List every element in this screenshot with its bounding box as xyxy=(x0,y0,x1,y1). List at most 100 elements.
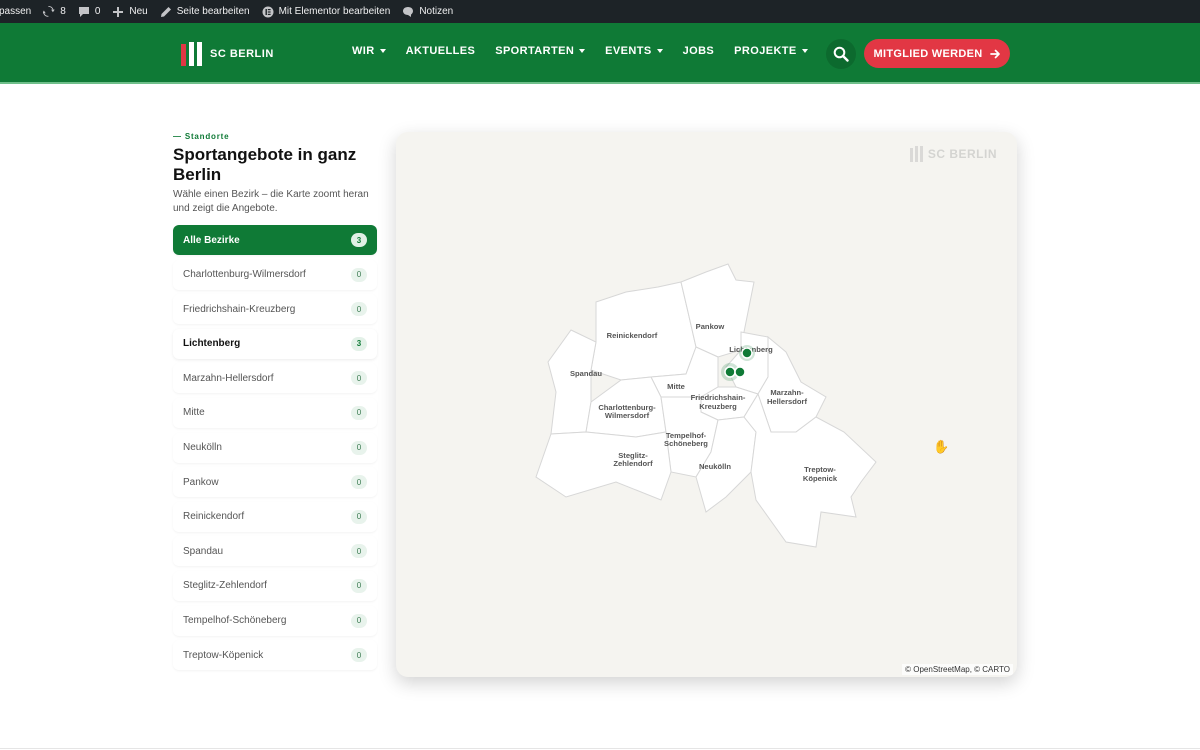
district-count-badge: 0 xyxy=(351,544,367,559)
comments-icon xyxy=(78,6,89,17)
map-label-neukoelln: Neukölln xyxy=(699,462,731,471)
map-marker xyxy=(734,366,746,378)
chevron-down-icon xyxy=(656,49,663,53)
nav-item-projekte[interactable]: PROJEKTE xyxy=(734,45,808,57)
admin-notes-label: Notizen xyxy=(419,6,454,17)
district-label: Marzahn-Hellersdorf xyxy=(183,372,274,384)
district-item-mitte[interactable]: Mitte 0 xyxy=(173,397,377,428)
district-item-friedrichshain-kreuzberg[interactable]: Friedrichshain-Kreuzberg 0 xyxy=(173,294,377,325)
district-label: Mitte xyxy=(183,407,205,419)
district-item-neukoelln[interactable]: Neukölln 0 xyxy=(173,432,377,463)
site-header: SC BERLIN WIR AKTUELLES SPORTARTEN EVENT… xyxy=(0,23,1200,84)
admin-new[interactable]: Neu xyxy=(112,6,148,18)
become-member-label: MITGLIED WERDEN xyxy=(873,47,983,60)
district-item-pankow[interactable]: Pankow 0 xyxy=(173,467,377,498)
updates-icon xyxy=(43,5,55,17)
district-label: Lichtenberg xyxy=(183,338,241,350)
district-item-marzahn-hellersdorf[interactable]: Marzahn-Hellersdorf 0 xyxy=(173,363,377,394)
district-count-badge: 0 xyxy=(351,267,367,282)
map-attribution[interactable]: © OpenStreetMap, © CARTO xyxy=(902,664,1013,675)
district-label: Neukölln xyxy=(183,442,222,454)
map-container[interactable]: SC BERLIN Reinickendorf Pankow Spandau M… xyxy=(396,132,1017,677)
district-item-alle[interactable]: Alle Bezirke 3 xyxy=(173,225,377,255)
map-label-treptow-1: Treptow- xyxy=(804,465,836,474)
admin-notes[interactable]: Notizen xyxy=(402,6,453,18)
map-label-treptow-2: Köpenick xyxy=(803,474,838,483)
chevron-down-icon xyxy=(579,49,586,53)
district-count-badge: 3 xyxy=(351,336,367,351)
map-marker xyxy=(724,366,736,378)
logo-text: SC BERLIN xyxy=(210,48,274,60)
district-count-badge: 0 xyxy=(351,302,367,317)
nav-item-jobs[interactable]: JOBS xyxy=(683,45,715,57)
main-nav: WIR AKTUELLES SPORTARTEN EVENTS JOBS PRO… xyxy=(352,45,828,57)
nav-item-sportarten[interactable]: SPORTARTEN xyxy=(495,45,586,57)
nav-label: AKTUELLES xyxy=(405,45,476,57)
section-eyebrow: — Standorte xyxy=(173,132,230,141)
nav-item-wir[interactable]: WIR xyxy=(352,45,386,57)
district-label: Spandau xyxy=(183,545,224,557)
district-count-badge: 0 xyxy=(351,648,367,663)
district-item-lichtenberg[interactable]: Lichtenberg 3 xyxy=(173,328,377,359)
district-item-tempelhof-schoeneberg[interactable]: Tempelhof-Schöneberg 0 xyxy=(173,605,377,636)
map-label-marzahn-1: Marzahn- xyxy=(770,388,804,397)
district-count-badge: 0 xyxy=(351,475,367,490)
district-label: Tempelhof-Schöneberg xyxy=(183,615,287,627)
chevron-down-icon xyxy=(379,49,386,53)
district-item-steglitz-zehlendorf[interactable]: Steglitz-Zehlendorf 0 xyxy=(173,570,377,601)
district-count-badge: 0 xyxy=(351,371,367,386)
nav-label: PROJEKTE xyxy=(734,45,797,57)
map-marker xyxy=(741,347,753,359)
admin-elementor[interactable]: Mit Elementor bearbeiten xyxy=(262,6,391,18)
admin-updates-count: 8 xyxy=(60,6,66,17)
search-icon xyxy=(833,46,849,62)
nav-item-aktuelles[interactable]: AKTUELLES xyxy=(406,45,476,57)
district-item-spandau[interactable]: Spandau 0 xyxy=(173,536,377,567)
map-label-marzahn-2: Hellersdorf xyxy=(767,397,808,406)
district-label: Alle Bezirke xyxy=(183,234,240,246)
nav-label: JOBS xyxy=(682,45,715,57)
district-count-badge: 0 xyxy=(351,440,367,455)
nav-item-events[interactable]: EVENTS xyxy=(605,45,663,57)
district-item-treptow-koepenick[interactable]: Treptow-Köpenick 0 xyxy=(173,640,377,671)
admin-edit-page[interactable]: Seite bearbeiten xyxy=(160,6,250,18)
logo-bars-icon xyxy=(181,42,202,66)
admin-comments-count: 0 xyxy=(94,6,101,17)
admin-new-label: Neu xyxy=(129,6,148,17)
chevron-down-icon xyxy=(801,49,808,53)
district-item-charlottenburg-wilmersdorf[interactable]: Charlottenburg-Wilmersdorf 0 xyxy=(173,259,377,290)
become-member-button[interactable]: MITGLIED WERDEN xyxy=(864,39,1010,68)
admin-customize[interactable]: passen xyxy=(0,6,31,17)
map-label-friedrichshain-1: Friedrichshain- xyxy=(691,393,746,402)
district-count-badge: 0 xyxy=(351,613,367,628)
map-label-mitte: Mitte xyxy=(667,382,685,391)
admin-bar: passen 8 0 Neu Seite bearbeiten Mit Elem… xyxy=(0,0,1200,23)
admin-comments[interactable]: 0 xyxy=(78,6,101,18)
map-label-friedrichshain-2: Kreuzberg xyxy=(699,402,737,411)
search-button[interactable] xyxy=(826,39,856,69)
map-label-charlottenburg-2: Wilmersdorf xyxy=(605,411,650,420)
map-label-steglitz-2: Zehlendorf xyxy=(613,459,653,468)
map-label-spandau: Spandau xyxy=(570,369,602,378)
footer-divider xyxy=(0,748,1200,749)
admin-customize-label: passen xyxy=(0,6,32,17)
district-count-badge: 0 xyxy=(351,405,367,420)
section-subtitle: Wähle einen Bezirk – die Karte zoomt her… xyxy=(173,189,369,214)
map-label-pankow: Pankow xyxy=(696,322,725,331)
map-label-tempelhof-2: Schöneberg xyxy=(664,439,708,448)
site-logo[interactable]: SC BERLIN xyxy=(181,42,274,66)
plus-icon xyxy=(113,6,124,17)
admin-updates[interactable]: 8 xyxy=(43,5,66,18)
pencil-icon xyxy=(160,6,171,17)
district-item-reinickendorf[interactable]: Reinickendorf 0 xyxy=(173,501,377,532)
nav-label: EVENTS xyxy=(605,45,652,57)
district-label: Pankow xyxy=(183,476,219,488)
admin-elementor-label: Mit Elementor bearbeiten xyxy=(278,6,391,17)
grab-cursor-icon: ✋ xyxy=(933,439,950,454)
section-title: Sportangebote in ganz Berlin xyxy=(173,145,357,184)
district-label: Steglitz-Zehlendorf xyxy=(183,580,267,592)
berlin-district-map: Reinickendorf Pankow Lichtenberg Spandau… xyxy=(535,263,877,548)
district-count-badge: 3 xyxy=(351,233,367,247)
district-label: Charlottenburg-Wilmersdorf xyxy=(183,269,306,281)
district-list: Alle Bezirke 3 Charlottenburg-Wilmersdorf… xyxy=(173,225,377,675)
